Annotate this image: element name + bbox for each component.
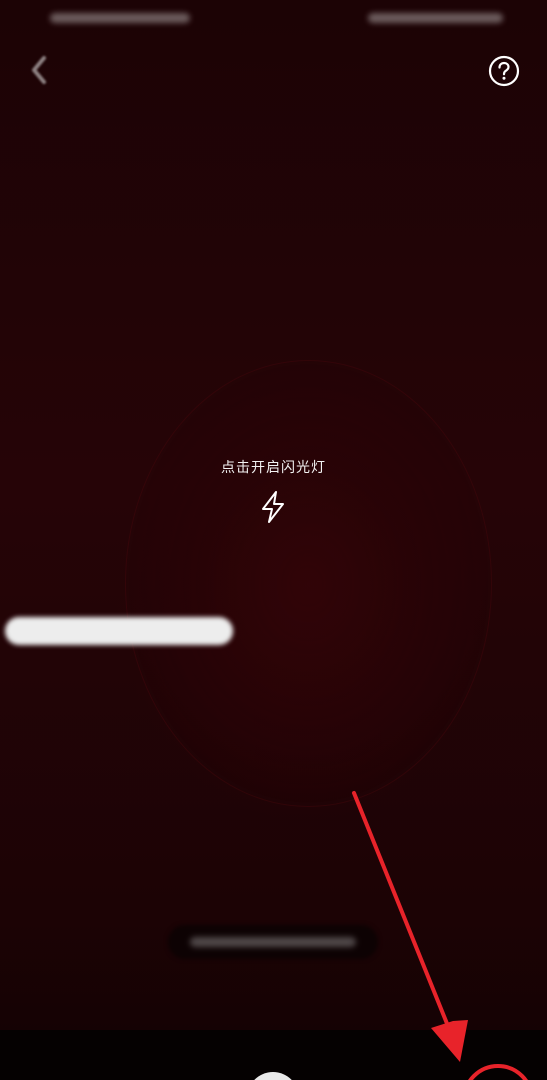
blurred-bottom-tip-text (190, 937, 356, 947)
status-icons (368, 13, 503, 23)
help-button[interactable] (488, 55, 520, 87)
status-bar (0, 0, 547, 40)
flash-hint-text[interactable]: 点击开启闪光灯 (0, 457, 547, 477)
lightning-bolt-icon (262, 491, 284, 523)
annotation-arrow (352, 791, 454, 1038)
scan-frame (125, 360, 492, 807)
camera-scan-screen: 点击开启闪光灯 (0, 0, 547, 1080)
chevron-left-icon (32, 56, 46, 84)
blurred-tip-banner (5, 617, 233, 645)
flash-toggle-button[interactable] (258, 490, 288, 524)
carrier-info (50, 13, 190, 23)
question-circle-icon (488, 55, 520, 87)
back-button[interactable] (22, 52, 58, 88)
blurred-bottom-tip (168, 925, 378, 959)
